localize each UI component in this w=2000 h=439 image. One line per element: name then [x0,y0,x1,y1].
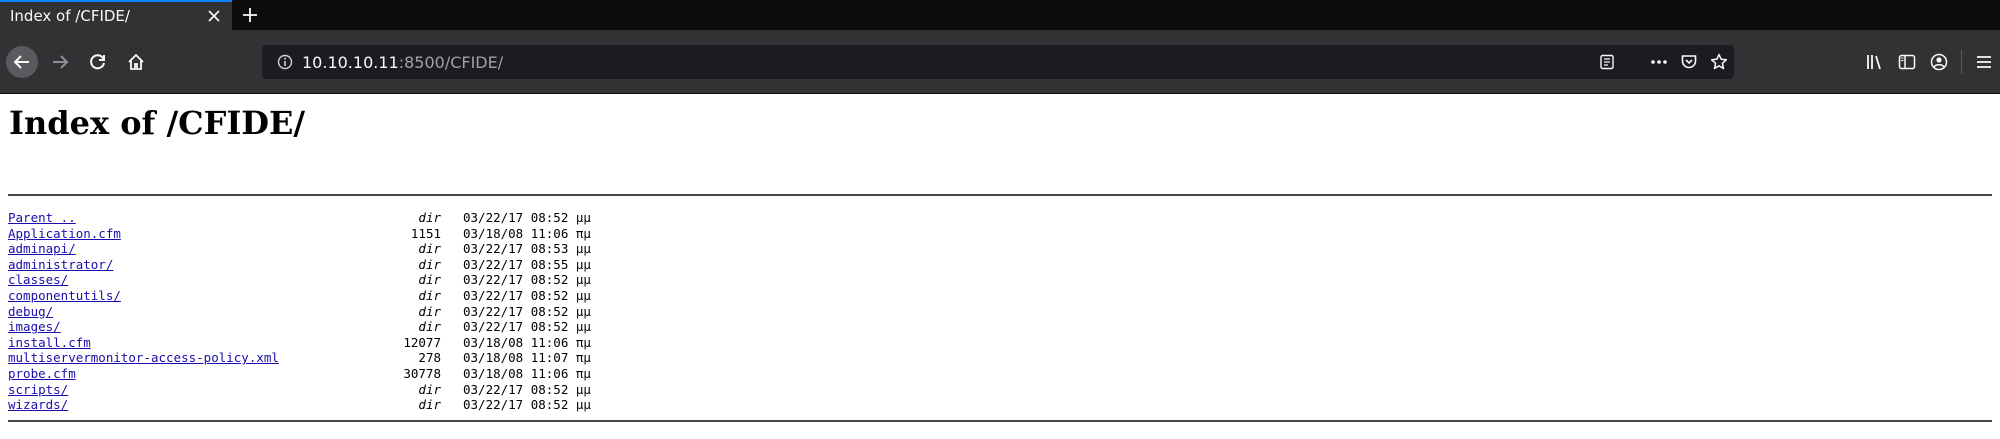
arrow-right-icon[interactable] [44,46,76,78]
entry-date: 03/22/17 08:53 μμ [463,241,591,257]
tab-title: Index of /CFIDE/ [10,7,130,25]
entry-date: 03/22/17 08:52 μμ [463,381,591,397]
listing-row: probe.cfm 30778 03/18/08 11:06 πμ [8,366,1992,382]
entry-link[interactable]: adminapi/ [8,241,398,257]
entry-link[interactable]: probe.cfm [8,366,398,382]
close-icon[interactable] [204,6,224,26]
entry-date: 03/18/08 11:07 πμ [463,350,591,366]
entry-size: dir [418,241,441,257]
entry-size: dir [418,256,441,272]
url-text[interactable]: 10.10.10.11:8500/CFIDE/ [302,53,1592,72]
entry-link[interactable]: images/ [8,319,398,335]
home-icon[interactable] [120,46,152,78]
divider-top [8,194,1992,196]
listing-row: componentutils/dir 03/22/17 08:52 μμ [8,288,1992,304]
entry-link[interactable]: wizards/ [8,397,398,413]
entry-link[interactable]: Application.cfm [8,226,398,242]
entry-date: 03/22/17 08:55 μμ [463,256,591,272]
entry-size: 12077 [403,334,441,350]
entry-size: dir [418,397,441,413]
entry-size: 278 [418,350,441,366]
tab-active[interactable]: Index of /CFIDE/ [0,0,232,30]
listing-row: images/dir 03/22/17 08:52 μμ [8,319,1992,335]
plus-icon[interactable] [232,0,268,30]
entry-date: 03/22/17 08:52 μμ [463,210,591,225]
star-icon[interactable] [1704,47,1734,77]
listing-row: scripts/dir 03/22/17 08:52 μμ [8,382,1992,398]
listing-row: wizards/dir 03/22/17 08:52 μμ [8,397,1992,413]
page-content: Index of /CFIDE/ Parent .. dir 03/22/17 08… [0,104,2000,422]
entry-link[interactable]: administrator/ [8,257,398,273]
entry-size: 1151 [410,225,441,241]
entry-size: 30778 [403,365,441,381]
entry-date: 03/22/17 08:52 μμ [463,272,591,288]
pocket-icon[interactable] [1674,47,1704,77]
sidebar-icon[interactable] [1891,46,1923,78]
entry-size: dir [418,381,441,397]
entry-size: dir [418,303,441,319]
entry-date: 03/18/08 11:06 πμ [463,225,591,241]
url-path: :8500/CFIDE/ [398,52,504,72]
entry-link[interactable]: scripts/ [8,382,398,398]
entry-date: 03/22/17 08:52 μμ [463,303,591,319]
entry-link[interactable]: classes/ [8,272,398,288]
divider-bottom [8,419,1992,422]
arrow-left-icon[interactable] [6,45,38,78]
entry-date: 03/18/08 11:06 πμ [463,334,591,350]
listing-row: classes/dir 03/22/17 08:52 μμ [8,272,1992,288]
entry-date: 03/22/17 08:52 μμ [463,287,591,303]
entry-link[interactable]: componentutils/ [8,288,398,304]
more-icon[interactable] [1644,47,1674,77]
hamburger-menu-icon[interactable] [1968,46,2000,78]
entry-size: dir [418,319,441,335]
entry-size: dir [418,210,441,225]
reader-view-icon[interactable] [1592,47,1622,77]
url-host: 10.10.10.11 [302,52,399,72]
library-icon[interactable] [1859,46,1891,78]
entry-size: dir [418,272,441,288]
listing-row: install.cfm 12077 03/18/08 11:06 πμ [8,335,1992,351]
entry-date: 03/18/08 11:06 πμ [463,365,591,381]
toolbar-separator [1961,50,1962,74]
entry-link[interactable]: install.cfm [8,335,398,351]
listing-row: debug/dir 03/22/17 08:52 μμ [8,304,1992,320]
entry-link[interactable]: Parent .. [8,210,398,226]
navigation-toolbar: 10.10.10.11:8500/CFIDE/ [0,30,2000,94]
listing-row: adminapi/dir 03/22/17 08:53 μμ [8,241,1992,257]
entry-link[interactable]: debug/ [8,304,398,320]
directory-listing: Parent .. dir 03/22/17 08:52 μμ Application… [8,210,1992,413]
account-icon[interactable] [1923,46,1955,78]
entry-link[interactable]: multiservermonitor-access-policy.xml [8,350,398,366]
url-bar[interactable]: 10.10.10.11:8500/CFIDE/ [262,45,1734,79]
listing-row: administrator/dir 03/22/17 08:55 μμ [8,257,1992,273]
listing-row: multiservermonitor-access-policy.xml 278 0… [8,350,1992,366]
reload-icon[interactable] [82,46,114,78]
tab-strip: Index of /CFIDE/ [0,0,2000,30]
listing-row: Application.cfm 1151 03/18/08 11:06 πμ [8,226,1992,242]
entry-date: 03/22/17 08:52 μμ [463,319,591,335]
listing-row: Parent .. dir 03/22/17 08:52 μμ [8,210,1992,226]
entry-date: 03/22/17 08:52 μμ [463,397,591,413]
entry-size: dir [418,287,441,303]
page-title: Index of /CFIDE/ [9,104,306,142]
info-icon[interactable] [268,54,302,70]
